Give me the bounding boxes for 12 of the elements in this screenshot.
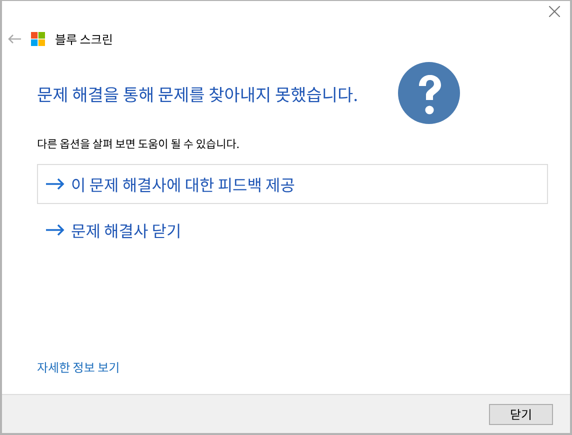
close-button[interactable]: 닫기 xyxy=(489,404,553,424)
close-icon[interactable] xyxy=(549,6,560,17)
arrow-icon xyxy=(46,178,65,190)
question-icon xyxy=(398,62,460,124)
window-title: 블루 스크린 xyxy=(55,30,113,48)
back-arrow-icon[interactable] xyxy=(8,34,21,44)
details-link[interactable]: 자세한 정보 보기 xyxy=(37,359,120,376)
arrow-icon xyxy=(46,224,65,236)
logo-icon xyxy=(31,32,45,46)
option-link[interactable]: 이 문제 해결사에 대한 피드백 제공 xyxy=(37,164,548,204)
subtitle: 다른 옵션을 살펴 보면 도움이 될 수 있습니다. xyxy=(37,136,240,152)
heading: 문제 해결을 통해 문제를 찾아내지 못했습니다. xyxy=(37,80,358,106)
